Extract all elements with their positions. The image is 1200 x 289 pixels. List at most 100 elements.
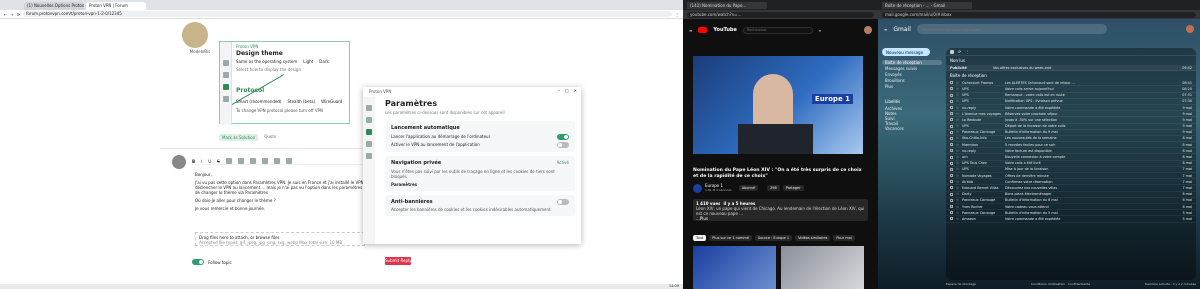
star-icon[interactable]: ☆ xyxy=(956,198,959,202)
chip-source[interactable]: Source : Europe 1 xyxy=(754,235,793,241)
row-checkbox[interactable] xyxy=(950,136,953,140)
like-button[interactable]: 298 xyxy=(767,185,780,191)
select-all-checkbox[interactable] xyxy=(950,49,954,54)
row-checkbox[interactable] xyxy=(950,81,953,85)
search-icon[interactable]: ⌕ xyxy=(819,28,821,33)
yt-avatar[interactable] xyxy=(864,26,872,34)
link-icon[interactable] xyxy=(225,158,232,164)
description-box[interactable]: 1 410 vues il y a 5 heures Léon XIV, un … xyxy=(693,199,868,221)
gmail-search-input[interactable] xyxy=(916,24,1107,34)
code-icon[interactable] xyxy=(249,158,256,164)
url-input[interactable]: forum.protonvpn.com/t/proton-vpn-1-2-0/1… xyxy=(23,11,672,17)
chip-all[interactable]: Tout xyxy=(693,235,707,241)
tab-1[interactable]: (1) Nouvelles Options Proton VPN... xyxy=(24,2,84,10)
italic-button[interactable]: I xyxy=(201,159,202,164)
hamburger-icon[interactable]: ≡ xyxy=(689,28,692,33)
video-player[interactable]: Europe 1 xyxy=(693,56,863,154)
youtube-logo-text[interactable]: YouTube xyxy=(713,27,737,33)
gmail-logo[interactable]: Gmail xyxy=(893,26,911,33)
row-checkbox[interactable] xyxy=(950,174,953,178)
subscribe-button[interactable]: Abonné xyxy=(738,185,759,191)
follow-toggle[interactable] xyxy=(192,259,204,265)
related-thumbnail-1[interactable] xyxy=(693,246,776,289)
mail-row[interactable]: ☆ Amazon Votre commande a été expédiée 5 ma… xyxy=(946,216,1196,223)
gmail-tab[interactable]: Boîte de réception - ... - Gmail xyxy=(882,2,972,9)
quote-button[interactable]: Quote xyxy=(264,134,276,141)
row-checkbox[interactable] xyxy=(950,112,953,116)
maximize-icon[interactable]: □ xyxy=(565,88,569,93)
row-checkbox[interactable] xyxy=(950,143,953,147)
channel-avatar[interactable] xyxy=(693,183,702,193)
star-icon[interactable]: ☆ xyxy=(956,211,959,215)
launch-toggle-1[interactable] xyxy=(557,134,569,140)
show-more[interactable]: ...Plus xyxy=(696,216,865,221)
gmail-url-input[interactable]: mail.google.com/mail/u/0/#inbox xyxy=(882,11,1196,18)
more-icon[interactable]: ⋮ xyxy=(965,49,969,54)
footer-terms[interactable]: Conditions d'utilisation · Confidentiali… xyxy=(1031,282,1090,287)
globe-icon[interactable] xyxy=(366,117,372,123)
gear-icon[interactable] xyxy=(366,141,372,147)
star-icon[interactable]: ☆ xyxy=(956,118,959,122)
star-icon[interactable]: ☆ xyxy=(956,106,959,110)
row-checkbox[interactable] xyxy=(950,205,953,209)
close-icon[interactable]: ✕ xyxy=(574,88,577,93)
star-icon[interactable]: ☆ xyxy=(956,205,959,209)
tab-2[interactable]: Proton VPN | Forum xyxy=(86,2,146,10)
list-icon[interactable] xyxy=(261,158,268,164)
nav-more[interactable]: Plus xyxy=(882,84,942,89)
row-checkbox[interactable] xyxy=(950,99,953,103)
nav-sent[interactable]: Envoyés xyxy=(882,72,942,77)
star-icon[interactable]: ☆ xyxy=(956,112,959,116)
attach-dropzone[interactable]: Drag files here to attach, or browse fil… xyxy=(195,232,365,246)
yt-url-input[interactable]: youtube.com/watch?v=... xyxy=(687,11,874,18)
quote-icon[interactable] xyxy=(237,158,244,164)
nav-starred[interactable]: Messages suivis xyxy=(882,66,942,71)
home-icon[interactable] xyxy=(366,105,372,111)
star-icon[interactable]: ☆ xyxy=(956,155,959,159)
chip-for-me[interactable]: Pour moi xyxy=(833,235,855,241)
forward-icon[interactable]: → xyxy=(10,12,13,17)
image-icon[interactable] xyxy=(273,158,280,164)
share-button[interactable]: Partager xyxy=(782,185,804,191)
gmail-avatar[interactable] xyxy=(1186,25,1194,33)
emoji-icon[interactable] xyxy=(285,158,292,164)
strike-button[interactable]: S xyxy=(217,159,220,164)
label-5[interactable]: Vacances xyxy=(882,126,942,131)
hamburger-icon[interactable]: ≡ xyxy=(884,27,887,32)
mark-solution-button[interactable]: Mark as Solution xyxy=(219,134,259,141)
row-checkbox[interactable] xyxy=(950,155,953,159)
row-checkbox[interactable] xyxy=(950,198,953,202)
star-icon[interactable]: ☆ xyxy=(956,161,959,165)
row-checkbox[interactable] xyxy=(950,149,953,153)
row-checkbox[interactable] xyxy=(950,124,953,128)
star-icon[interactable]: ☆ xyxy=(956,124,959,128)
yt-tab[interactable]: (143) Nomination du Pape... xyxy=(687,2,767,9)
row-checkbox[interactable] xyxy=(950,87,953,91)
row-checkbox[interactable] xyxy=(950,118,953,122)
star-icon[interactable]: ☆ xyxy=(956,174,959,178)
star-icon[interactable]: ☆ xyxy=(956,217,959,221)
chip-similar[interactable]: Vidéos similaires xyxy=(795,235,831,241)
row-checkbox[interactable] xyxy=(950,217,953,221)
row-checkbox[interactable] xyxy=(950,167,953,171)
compose-button[interactable]: Nouveau message xyxy=(882,48,930,56)
minimize-icon[interactable]: – xyxy=(558,88,560,93)
star-icon[interactable]: ☆ xyxy=(956,143,959,147)
avatar[interactable] xyxy=(182,22,208,48)
back-icon[interactable]: ← xyxy=(4,12,7,17)
launch-toggle-2[interactable] xyxy=(557,142,569,148)
row-checkbox[interactable] xyxy=(950,130,953,134)
underline-button[interactable]: U xyxy=(208,159,211,164)
star-icon[interactable]: ☆ xyxy=(956,93,959,97)
nav-settings-link[interactable]: Paramètres xyxy=(391,182,569,187)
star-icon[interactable]: ☆ xyxy=(956,180,959,184)
reload-icon[interactable]: ⟳ xyxy=(17,12,20,17)
star-icon[interactable]: ☆ xyxy=(956,167,959,171)
submit-reply-button[interactable]: Submit Reply xyxy=(385,257,411,265)
star-icon[interactable]: ☆ xyxy=(956,81,959,85)
menu-icon[interactable]: ⋮ xyxy=(675,12,679,17)
row-checkbox[interactable] xyxy=(950,106,953,110)
help-icon[interactable] xyxy=(366,153,372,159)
bold-button[interactable]: B xyxy=(192,159,195,164)
row-checkbox[interactable] xyxy=(950,192,953,196)
